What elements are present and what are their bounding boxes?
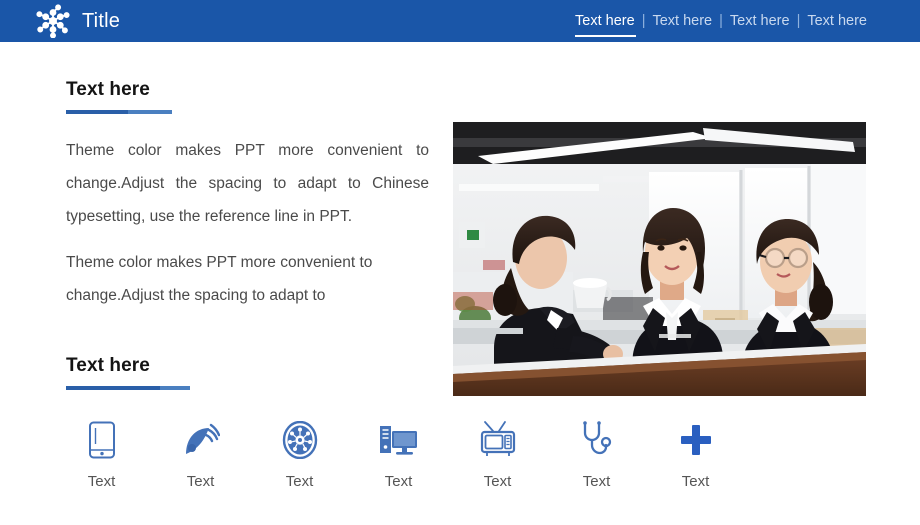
office-meeting-photo [453, 122, 866, 396]
feature-item-3[interactable]: Text [250, 418, 349, 489]
feature-label-6: Text [582, 473, 611, 490]
feature-label-1: Text [87, 473, 116, 490]
molecule-icon [36, 4, 70, 38]
feature-label-5: Text [483, 473, 512, 490]
tablet-icon [87, 418, 117, 462]
section-1: Text here Theme color makes PPT more con… [66, 78, 429, 312]
section-2-heading: Text here [66, 355, 150, 377]
section-1-heading: Text here [66, 79, 150, 100]
feature-item-6[interactable]: Text [547, 418, 646, 489]
top-header-bar: Title Text here | Text here | Text here … [0, 0, 920, 42]
feature-item-7[interactable]: Text [646, 418, 745, 489]
section-1-paragraph-2: Theme color makes PPT more convenient to… [66, 253, 373, 304]
feature-item-5[interactable]: Text [448, 418, 547, 489]
section-1-underline [66, 109, 172, 114]
nav-item-3[interactable]: Text here [723, 14, 797, 29]
section-1-paragraph-1: Theme color makes PPT more convenient to… [66, 141, 429, 226]
feature-label-7: Text [681, 473, 710, 490]
feature-label-3: Text [285, 473, 314, 490]
page-title: Title [82, 10, 121, 32]
left-text-column: Text here Theme color makes PPT more con… [66, 78, 429, 391]
nav-item-1[interactable]: Text here [568, 14, 642, 37]
section-2-underline [66, 386, 190, 391]
underline-segment-light [128, 109, 172, 114]
plus-icon [679, 418, 713, 462]
gear-wheel-icon [281, 418, 319, 462]
section-2: Text here [66, 354, 429, 391]
television-icon [479, 418, 517, 462]
nav-item-2[interactable]: Text here [645, 14, 719, 29]
brand[interactable]: Title [36, 4, 120, 38]
underline-segment-dark [66, 109, 128, 114]
feature-item-1[interactable]: Text [52, 418, 151, 489]
stethoscope-icon [580, 418, 614, 462]
slide-canvas: Title Text here | Text here | Text here … [0, 0, 920, 525]
main-navigation: Text here | Text here | Text here | Text… [568, 0, 874, 42]
desktop-computer-icon [379, 418, 419, 462]
photo-illustration [453, 122, 866, 396]
feature-item-2[interactable]: Text [151, 418, 250, 489]
feature-label-2: Text [186, 473, 215, 490]
feature-label-4: Text [384, 473, 413, 490]
feature-icon-row: Text Text Text Text Text Text Text [52, 418, 872, 489]
satellite-dish-icon [182, 418, 220, 462]
nav-item-4[interactable]: Text here [800, 14, 874, 29]
underline-segment-light [160, 386, 190, 391]
underline-segment-dark [66, 386, 160, 391]
feature-item-4[interactable]: Text [349, 418, 448, 489]
